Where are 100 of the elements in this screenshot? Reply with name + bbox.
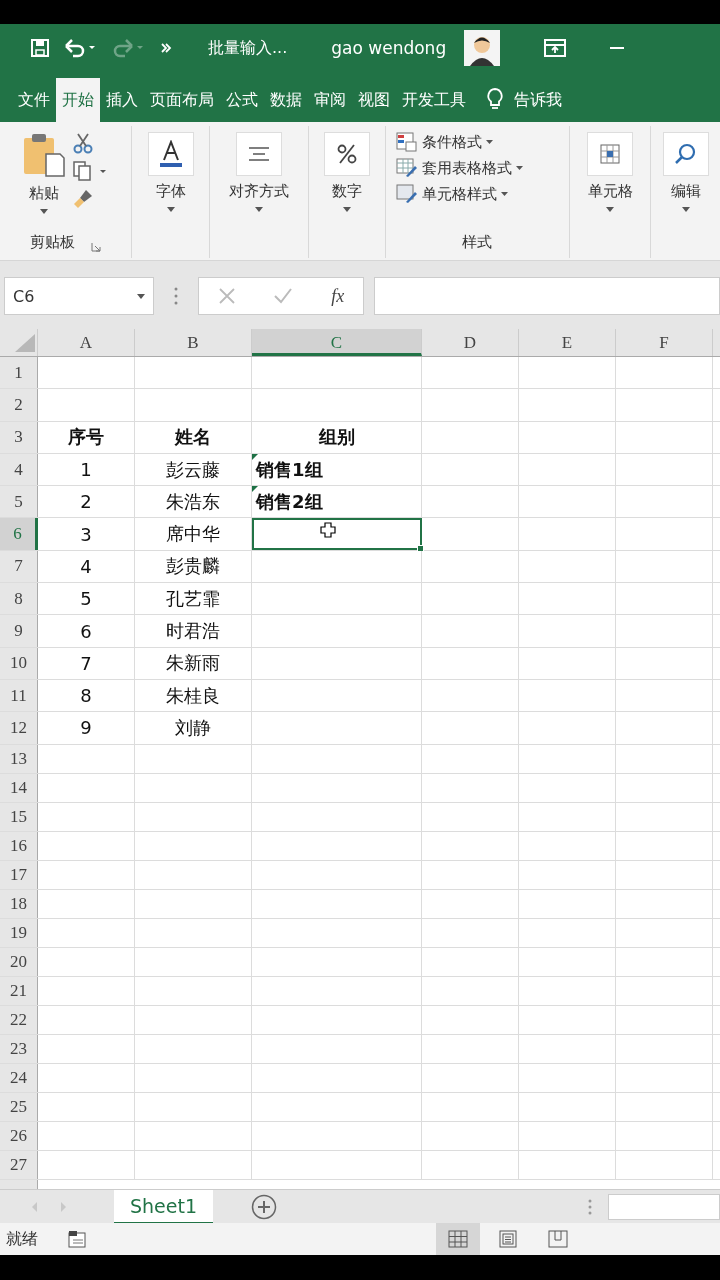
error-indicator-icon[interactable]	[252, 486, 258, 493]
view-button[interactable]	[436, 1223, 480, 1255]
table-cell[interactable]: 姓名	[135, 421, 252, 453]
ribbon-tab[interactable]: 公式	[220, 78, 264, 122]
row-header[interactable]: 13	[0, 744, 38, 773]
name-box[interactable]: C6	[4, 277, 154, 315]
horizontal-scrollbar[interactable]	[608, 1193, 720, 1220]
table-cell[interactable]: 彭贵麟	[135, 550, 252, 583]
row-header[interactable]: 16	[0, 831, 38, 860]
style-menu-button[interactable]: 套用表格格式	[395, 158, 523, 178]
row-header[interactable]: 11	[0, 679, 38, 712]
ribbon-display-icon[interactable]	[544, 39, 567, 57]
ribbon-tab[interactable]: 数据	[264, 78, 308, 122]
add-sheet-icon[interactable]	[251, 1193, 278, 1220]
row-header[interactable]: 20	[0, 947, 38, 976]
table-cell[interactable]: 销售2组	[252, 486, 422, 518]
column-header[interactable]: E	[519, 329, 616, 356]
table-cell[interactable]: 时君浩	[135, 615, 252, 647]
minimize-icon[interactable]	[610, 46, 625, 50]
table-cell[interactable]: 8	[38, 679, 135, 712]
save-icon[interactable]	[30, 38, 50, 58]
row-header[interactable]: 2	[0, 389, 38, 421]
row-header[interactable]: 7	[0, 550, 38, 583]
table-cell[interactable]: 5	[38, 583, 135, 615]
row-header[interactable]: 12	[0, 712, 38, 744]
column-header[interactable]: D	[422, 329, 519, 356]
undo-icon[interactable]	[64, 38, 98, 58]
row-header[interactable]: 8	[0, 583, 38, 615]
table-cell[interactable]: 席中华	[135, 518, 252, 550]
ribbon-tab[interactable]: 插入	[100, 78, 144, 122]
dialog-launcher-icon[interactable]	[90, 242, 101, 252]
insert-function-button[interactable]: fx	[331, 285, 345, 307]
row-header[interactable]: 25	[0, 1092, 38, 1121]
ribbon-tab[interactable]: 视图	[352, 78, 396, 122]
ribbon-tab[interactable]: 开发工具	[396, 78, 472, 122]
row-header[interactable]: 1	[0, 357, 38, 389]
row-header[interactable]: 5	[0, 486, 38, 518]
ribbon-button[interactable]: 对齐方式	[229, 132, 290, 212]
cancel-icon[interactable]	[217, 287, 236, 305]
row-header[interactable]: 3	[0, 421, 38, 453]
scissors-icon[interactable]	[72, 132, 95, 154]
style-menu-button[interactable]: 条件格式	[395, 132, 523, 152]
style-menu-button[interactable]: 单元格样式	[395, 184, 523, 204]
row-header[interactable]: 26	[0, 1121, 38, 1150]
sheet-tab[interactable]: Sheet1	[114, 1190, 214, 1224]
lightbulb-icon[interactable]	[486, 87, 504, 111]
row-header[interactable]: 18	[0, 889, 38, 918]
table-cell[interactable]: 9	[38, 712, 135, 744]
previous-sheet-icon[interactable]	[30, 1200, 38, 1213]
user-name[interactable]: gao wendong	[331, 38, 447, 58]
row-header[interactable]: 10	[0, 647, 38, 679]
ribbon-tab[interactable]: 页面布局	[144, 78, 220, 122]
column-header[interactable]: F	[616, 329, 713, 356]
row-header[interactable]: 24	[0, 1063, 38, 1092]
more-icon[interactable]	[160, 42, 172, 54]
ribbon-tab[interactable]: 文件	[12, 78, 56, 122]
table-cell[interactable]: 组别	[252, 421, 422, 453]
drag-handle-icon[interactable]	[174, 287, 178, 305]
table-cell[interactable]: 朱新雨	[135, 647, 252, 679]
row-header[interactable]: 4	[0, 453, 38, 486]
avatar[interactable]	[464, 30, 501, 66]
table-cell[interactable]: 7	[38, 647, 135, 679]
table-cell[interactable]: 4	[38, 550, 135, 583]
tell-me-button[interactable]: 告诉我	[514, 78, 562, 122]
row-header[interactable]: 9	[0, 615, 38, 647]
table-cell[interactable]: 序号	[38, 421, 135, 453]
table-cell[interactable]: 2	[38, 486, 135, 518]
ribbon-tab[interactable]: 审阅	[308, 78, 352, 122]
table-cell[interactable]: 刘静	[135, 712, 252, 744]
row-header[interactable]: 17	[0, 860, 38, 889]
copy-icon[interactable]	[72, 160, 109, 182]
column-header[interactable]: A	[38, 329, 135, 356]
active-cell[interactable]	[252, 518, 422, 550]
paste-button[interactable]: 粘贴	[22, 132, 67, 214]
formula-input[interactable]	[374, 277, 720, 315]
macro-record-icon[interactable]	[68, 1230, 88, 1248]
table-cell[interactable]: 朱桂良	[135, 679, 252, 712]
row-header[interactable]: 23	[0, 1034, 38, 1063]
table-cell[interactable]: 3	[38, 518, 135, 550]
row-header[interactable]: 19	[0, 918, 38, 947]
row-header[interactable]: 15	[0, 802, 38, 831]
row-header[interactable]: 14	[0, 773, 38, 802]
ribbon-tab[interactable]: 开始	[56, 78, 100, 122]
select-all-icon[interactable]	[15, 334, 35, 352]
column-header[interactable]: C	[252, 329, 422, 356]
check-icon[interactable]	[273, 287, 294, 305]
drag-handle-icon[interactable]	[588, 1198, 592, 1215]
table-cell[interactable]: 6	[38, 615, 135, 647]
row-header[interactable]: 27	[0, 1150, 38, 1179]
caret-icon[interactable]	[137, 293, 145, 299]
table-cell[interactable]: 1	[38, 453, 135, 486]
table-cell[interactable]: 孔艺霏	[135, 583, 252, 615]
row-header[interactable]: 21	[0, 976, 38, 1005]
next-sheet-icon[interactable]	[60, 1200, 68, 1213]
font-color-icon	[157, 140, 184, 168]
row-header[interactable]: 6	[0, 518, 38, 550]
table-cell[interactable]: 销售1组	[252, 453, 422, 486]
row-header[interactable]: 22	[0, 1005, 38, 1034]
error-indicator-icon[interactable]	[252, 453, 258, 460]
format-painter-icon[interactable]	[72, 188, 95, 210]
